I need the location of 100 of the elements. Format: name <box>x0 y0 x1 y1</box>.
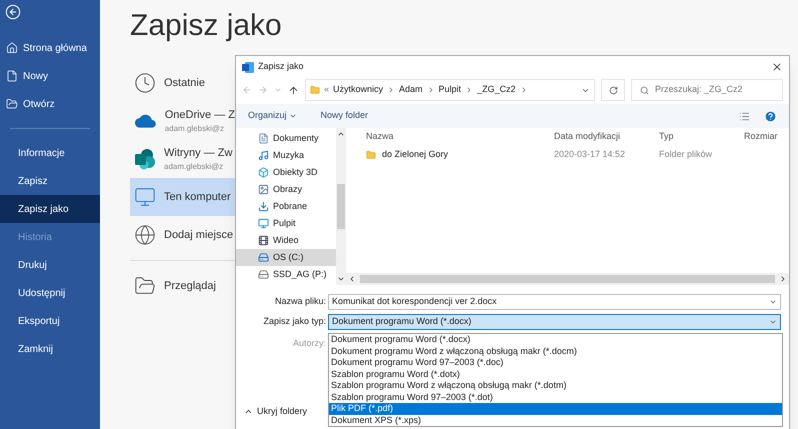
column-header[interactable]: Data modyfikacji <box>554 130 659 144</box>
sidebar-item[interactable]: Nowy <box>0 62 100 90</box>
nav-item[interactable]: Obiekty 3D <box>236 164 336 181</box>
help-icon[interactable] <box>764 110 777 122</box>
column-header[interactable]: Typ <box>659 130 744 144</box>
nav-item[interactable]: Obrazy <box>236 181 336 198</box>
file-name-label: Nazwa pliku: <box>274 295 327 308</box>
nav-item[interactable]: Dokumenty <box>236 130 336 147</box>
refresh-button[interactable] <box>601 79 625 101</box>
picture-icon <box>258 184 269 195</box>
sidebar-item[interactable]: Otwórz <box>0 90 100 118</box>
nav-item[interactable]: Muzyka <box>236 147 336 164</box>
breadcrumb[interactable]: Pulpit <box>438 83 462 97</box>
location-item[interactable]: Ten komputer <box>130 178 235 216</box>
file-name[interactable]: do Zielonej Gory <box>382 148 448 162</box>
sidebar-label: Zapisz jako <box>18 202 69 216</box>
horizontal-scrollbar[interactable] <box>346 273 789 285</box>
location-item[interactable]: OneDrive — Z adam.glebski@z <box>130 102 235 140</box>
file-name-field[interactable]: Komunikat dot korespondencji ver 2.docx <box>328 294 781 310</box>
sidebar-item[interactable]: Drukuj <box>0 251 100 279</box>
music-icon <box>258 150 269 161</box>
sidebar-item[interactable]: Strona główna <box>0 34 100 62</box>
type-option[interactable]: Dokument XPS (*.xps) <box>329 414 782 426</box>
sidebar-label: Informacje <box>18 146 65 160</box>
column-header[interactable]: Nazwa <box>366 130 554 144</box>
sidebar-label: Eksportuj <box>18 314 60 328</box>
location-item[interactable]: Witryny — Zw adam.glebski@z <box>130 140 235 178</box>
location-account: adam.glebski@z <box>164 161 224 174</box>
sidebar-item[interactable]: Eksportuj <box>0 307 100 335</box>
scroll-left-icon[interactable] <box>348 275 356 283</box>
sidebar-icon <box>6 98 18 110</box>
location-label: Dodaj miejsce <box>164 228 234 243</box>
type-option[interactable]: Szablon programu Word (*.dotx) <box>329 368 782 380</box>
location-item[interactable]: Przeglądaj <box>130 267 235 305</box>
sidebar-label: Zamknij <box>18 342 54 356</box>
type-option[interactable]: Dokument programu Word 97–2003 (*.doc) <box>329 357 782 368</box>
sidebar-label: Drukuj <box>18 258 47 272</box>
column-header[interactable]: Rozmiar <box>744 130 778 144</box>
nav-item[interactable]: OS (C:) <box>236 249 336 266</box>
document-icon <box>258 133 269 144</box>
scroll-right-icon[interactable] <box>779 275 787 283</box>
back-icon[interactable] <box>5 4 21 20</box>
nav-item[interactable]: Wideo <box>236 232 336 249</box>
sidebar-label: Zapisz <box>18 174 48 188</box>
cloud-icon <box>134 114 157 128</box>
type-option[interactable]: Szablon programu Word 97–2003 (*.dot) <box>329 392 782 403</box>
overflow-marker: « <box>324 83 330 96</box>
sidebar-item[interactable]: Zamknij <box>0 335 100 363</box>
address-bar[interactable]: « Użytkownicy Adam Pulpit _ZG_Cz2 <box>305 79 595 101</box>
globe-icon <box>134 224 156 246</box>
type-option[interactable]: Dokument programu Word (*.docx) <box>329 334 782 346</box>
sidebar-icon <box>6 42 18 54</box>
scroll-down-icon[interactable] <box>337 275 345 283</box>
caret-icon <box>288 112 297 120</box>
refresh-icon <box>608 86 618 94</box>
sidebar-item[interactable]: Zapisz <box>0 167 100 195</box>
nav-item[interactable]: SSD_AG (P:) <box>236 266 336 283</box>
computer-icon <box>134 186 156 208</box>
scroll-up-icon[interactable] <box>337 130 345 138</box>
view-icon[interactable] <box>739 110 750 122</box>
type-option[interactable]: Plik PDF (*.pdf) <box>329 403 782 414</box>
page-title: Zapisz jako <box>130 8 283 44</box>
folder-icon <box>366 150 376 160</box>
new-folder-button[interactable]: Nowy folder <box>320 109 368 123</box>
breadcrumb[interactable]: Adam <box>399 83 423 97</box>
scrollbar[interactable] <box>336 128 346 285</box>
type-option[interactable]: Dokument programu Word z włączoną obsługą makr (*.docm) <box>329 346 782 357</box>
drive-icon <box>258 269 269 280</box>
location-label: Ten komputer <box>164 190 231 205</box>
download-icon <box>258 201 269 212</box>
sidebar-item[interactable]: Informacje <box>0 139 100 167</box>
drive-icon <box>258 252 269 263</box>
folder-icon <box>310 85 320 95</box>
location-item[interactable]: Ostatnie <box>130 64 235 102</box>
organize-button[interactable]: Organizuj <box>248 109 297 123</box>
location-label: OneDrive — Z <box>164 108 235 123</box>
nav-item[interactable]: Pobrane <box>236 198 336 215</box>
type-option[interactable]: Szablon programu Word z włączoną obsługą makr (*.dotm) <box>329 380 782 392</box>
sharepoint-icon <box>134 148 156 170</box>
search-placeholder: Przeszukaj: _ZG_Cz2 <box>655 83 743 96</box>
location-label: Ostatnie <box>164 76 205 91</box>
search-icon <box>640 86 649 94</box>
file-type: Folder plików <box>659 148 714 162</box>
up-arrow-icon[interactable] <box>288 84 299 96</box>
close-icon[interactable] <box>771 61 783 73</box>
sidebar-item[interactable]: Zapisz jako <box>0 195 100 223</box>
hide-folders-button[interactable]: Ukryj foldery <box>257 404 308 418</box>
search-field[interactable]: Przeszukaj: _ZG_Cz2 <box>631 79 783 101</box>
word-app-icon <box>242 62 254 72</box>
location-item[interactable]: Dodaj miejsce <box>130 216 235 254</box>
nav-item[interactable]: Pulpit <box>236 215 336 232</box>
scroll-thumb[interactable] <box>337 184 345 229</box>
breadcrumb[interactable]: Użytkownicy <box>333 83 384 97</box>
breadcrumb[interactable]: _ZG_Cz2 <box>477 83 516 97</box>
file-type-select[interactable]: Dokument programu Word (*.docx) <box>328 314 781 330</box>
file-type-label: Zapisz jako typ: <box>262 315 327 328</box>
sidebar-label: Historia <box>18 230 52 244</box>
sidebar-item[interactable]: Udostępnij <box>0 279 100 307</box>
caret-icon <box>769 298 777 306</box>
file-date: 2020-03-17 14:52 <box>554 148 626 162</box>
